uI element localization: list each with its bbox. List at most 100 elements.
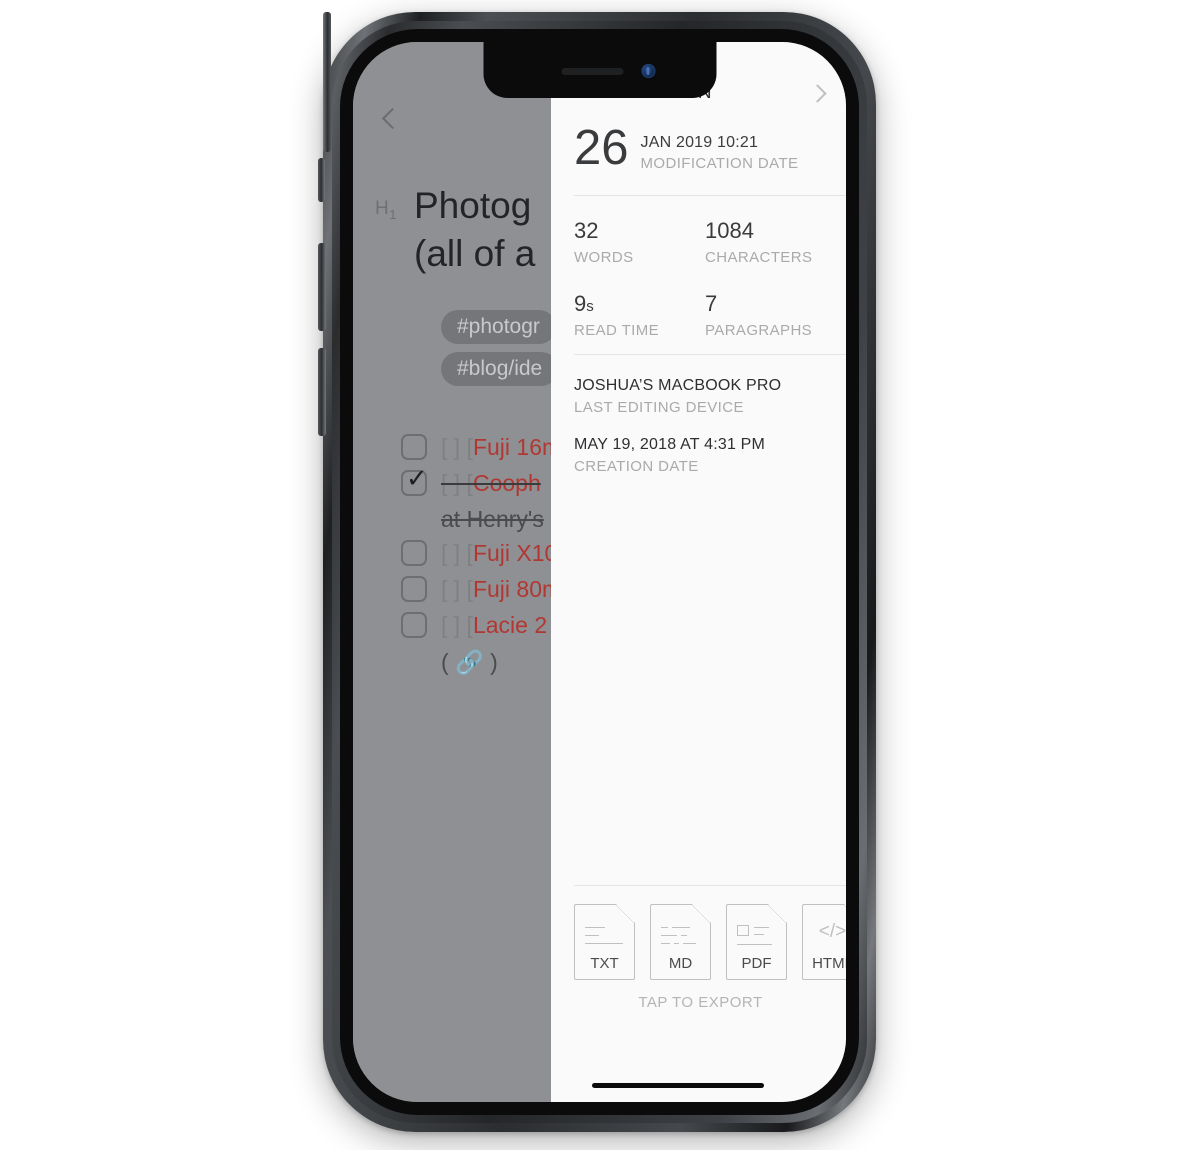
stats-grid: 32 WORDS 1084 CHARACTERS 9s READ TIME 7 … [574, 217, 836, 363]
document-line [737, 944, 772, 945]
export-pdf-button[interactable]: PDF [726, 904, 787, 980]
stat-label: PARAGRAPHS [705, 322, 813, 339]
checklist-text: [ ] [Fuji X10 [441, 536, 551, 570]
stat-label: WORDS [574, 249, 634, 266]
checkbox[interactable] [401, 540, 427, 566]
checklist-bracket: [ ] [ [441, 576, 473, 602]
document-line [683, 943, 696, 944]
volume-down-button[interactable] [318, 348, 326, 436]
stat-label: CHARACTERS [705, 249, 813, 266]
volume-up-button[interactable] [318, 243, 326, 331]
document-line [681, 935, 687, 936]
checklist-bracket: [ ] [ [441, 470, 473, 496]
checklist-row[interactable]: [ ] [Fuji X10 [401, 536, 551, 572]
checkbox[interactable] [401, 612, 427, 638]
document-pdf-icon [737, 925, 749, 936]
stats-row: 32 WORDS 1084 CHARACTERS [574, 217, 836, 268]
checklist-text: [ ] [Fuji 16m [441, 430, 551, 464]
export-options-row[interactable]: TXT MD PDF </> HTM [574, 904, 846, 980]
document-line [661, 935, 677, 936]
stats-row: 9s READ TIME 7 PARAGRAPHS [574, 290, 836, 341]
stat-number: 32 [574, 218, 599, 243]
phone-device: H1 Photog (all of a #photogr #blog/ide [… [318, 12, 876, 1132]
note-editor-dimmed[interactable]: H1 Photog (all of a #photogr #blog/ide [… [353, 42, 551, 1102]
note-heading: H1 Photog (all of a [375, 182, 551, 278]
tag-item[interactable]: #photogr [441, 310, 551, 344]
export-hint: TAP TO EXPORT [638, 994, 763, 1011]
export-label: TXT [590, 955, 619, 972]
checklist-label: Fuji 80m [472, 576, 551, 602]
checklist-row[interactable]: [ ] [Fuji 16m [401, 430, 551, 466]
stat-read-time: 9s READ TIME [574, 290, 705, 341]
screenshot-stage: H1 Photog (all of a #photogr #blog/ide [… [0, 0, 1200, 1150]
link-icon[interactable]: ( 🔗 ) [441, 644, 551, 680]
phone-screen: H1 Photog (all of a #photogr #blog/ide [… [353, 42, 846, 1102]
checklist-bracket: [ ] [ [441, 540, 473, 566]
modification-datetime: JAN 2019 10:21 [640, 134, 759, 151]
modification-date-block: 26 JAN 2019 10:21 MODIFICATION DATE [574, 120, 798, 176]
creation-date-label: CREATION DATE [574, 458, 699, 475]
information-panel: INFORMATION 26 JAN 2019 10:21 MODIFICATI… [551, 42, 846, 1102]
speaker-grille-icon [561, 68, 623, 75]
checklist-row[interactable]: [ ] [Fuji 80m [401, 572, 551, 608]
export-md-button[interactable]: MD [650, 904, 711, 980]
power-button[interactable] [323, 12, 331, 152]
home-indicator[interactable] [551, 1083, 804, 1088]
export-section: TXT MD PDF </> HTM TAP TO EXPORT [574, 904, 846, 1011]
checkbox[interactable] [401, 576, 427, 602]
document-line [585, 935, 599, 936]
export-label: MD [668, 955, 693, 972]
checklist: [ ] [Fuji 16m [ ] [Cooph at Henry's [ ] … [401, 430, 551, 680]
chevron-left-icon[interactable] [381, 107, 404, 130]
checklist-text: [ ] [Cooph [441, 466, 541, 500]
document-line [672, 927, 690, 928]
export-txt-button[interactable]: TXT [574, 904, 635, 980]
stat-number: 1084 [705, 218, 754, 243]
tag-list: #photogr #blog/ide [441, 310, 551, 394]
checklist-bracket: [ ] [ [441, 434, 473, 460]
checklist-continuation: at Henry's [441, 506, 544, 532]
checklist-row[interactable]: [ ] [Lacie 2 [401, 608, 551, 644]
last-editing-device-value: JOSHUA’S MACBOOK PRO [574, 377, 782, 394]
stat-number: 7 [705, 291, 718, 316]
stat-paragraphs: 7 PARAGRAPHS [705, 290, 836, 341]
stat-value: 9s [574, 290, 705, 321]
notch [483, 42, 716, 98]
checklist-label: Fuji 16m [472, 434, 551, 460]
document-code-icon: </> [818, 921, 846, 942]
divider [574, 885, 846, 886]
heading-level-marker: H1 [375, 198, 397, 222]
mute-switch-button[interactable] [318, 158, 325, 202]
checkbox-checked[interactable] [401, 465, 428, 496]
checklist-text: [ ] [Lacie 2 [441, 608, 547, 642]
stat-value: 7 [705, 290, 836, 321]
document-line [754, 934, 764, 935]
checklist-row[interactable]: [ ] [Cooph [401, 465, 551, 502]
modification-day: 26 [574, 121, 629, 175]
stat-words: 32 WORDS [574, 217, 705, 268]
stat-value: 1084 [705, 217, 836, 248]
export-html-button[interactable]: </> HTML [802, 904, 846, 980]
metadata-list: JOSHUA’S MACBOOK PRO LAST EDITING DEVICE… [574, 375, 781, 493]
note-title-line-2: (all of a [414, 233, 536, 274]
stat-number: 9 [574, 291, 587, 316]
stat-label: READ TIME [574, 322, 660, 339]
tag-item[interactable]: #blog/ide [441, 352, 551, 386]
stat-value: 32 [574, 217, 705, 248]
checklist-text: [ ] [Fuji 80m [441, 572, 551, 606]
export-label: PDF [741, 955, 772, 972]
checklist-label: Cooph [472, 470, 541, 496]
modification-detail: JAN 2019 10:21 MODIFICATION DATE [641, 132, 799, 174]
divider [574, 354, 846, 355]
checklist-bracket: [ ] [ [441, 612, 473, 638]
chevron-right-icon[interactable] [808, 83, 827, 103]
heading-level-number: 1 [389, 206, 397, 222]
document-markdown-icon [661, 927, 668, 928]
last-editing-device-label: LAST EDITING DEVICE [574, 399, 744, 416]
home-indicator-bar [591, 1083, 764, 1088]
document-text-icon [585, 927, 605, 928]
document-line [585, 943, 623, 944]
stat-unit: s [586, 298, 594, 315]
checkbox[interactable] [401, 434, 427, 460]
checklist-label: Fuji X10 [472, 540, 551, 566]
